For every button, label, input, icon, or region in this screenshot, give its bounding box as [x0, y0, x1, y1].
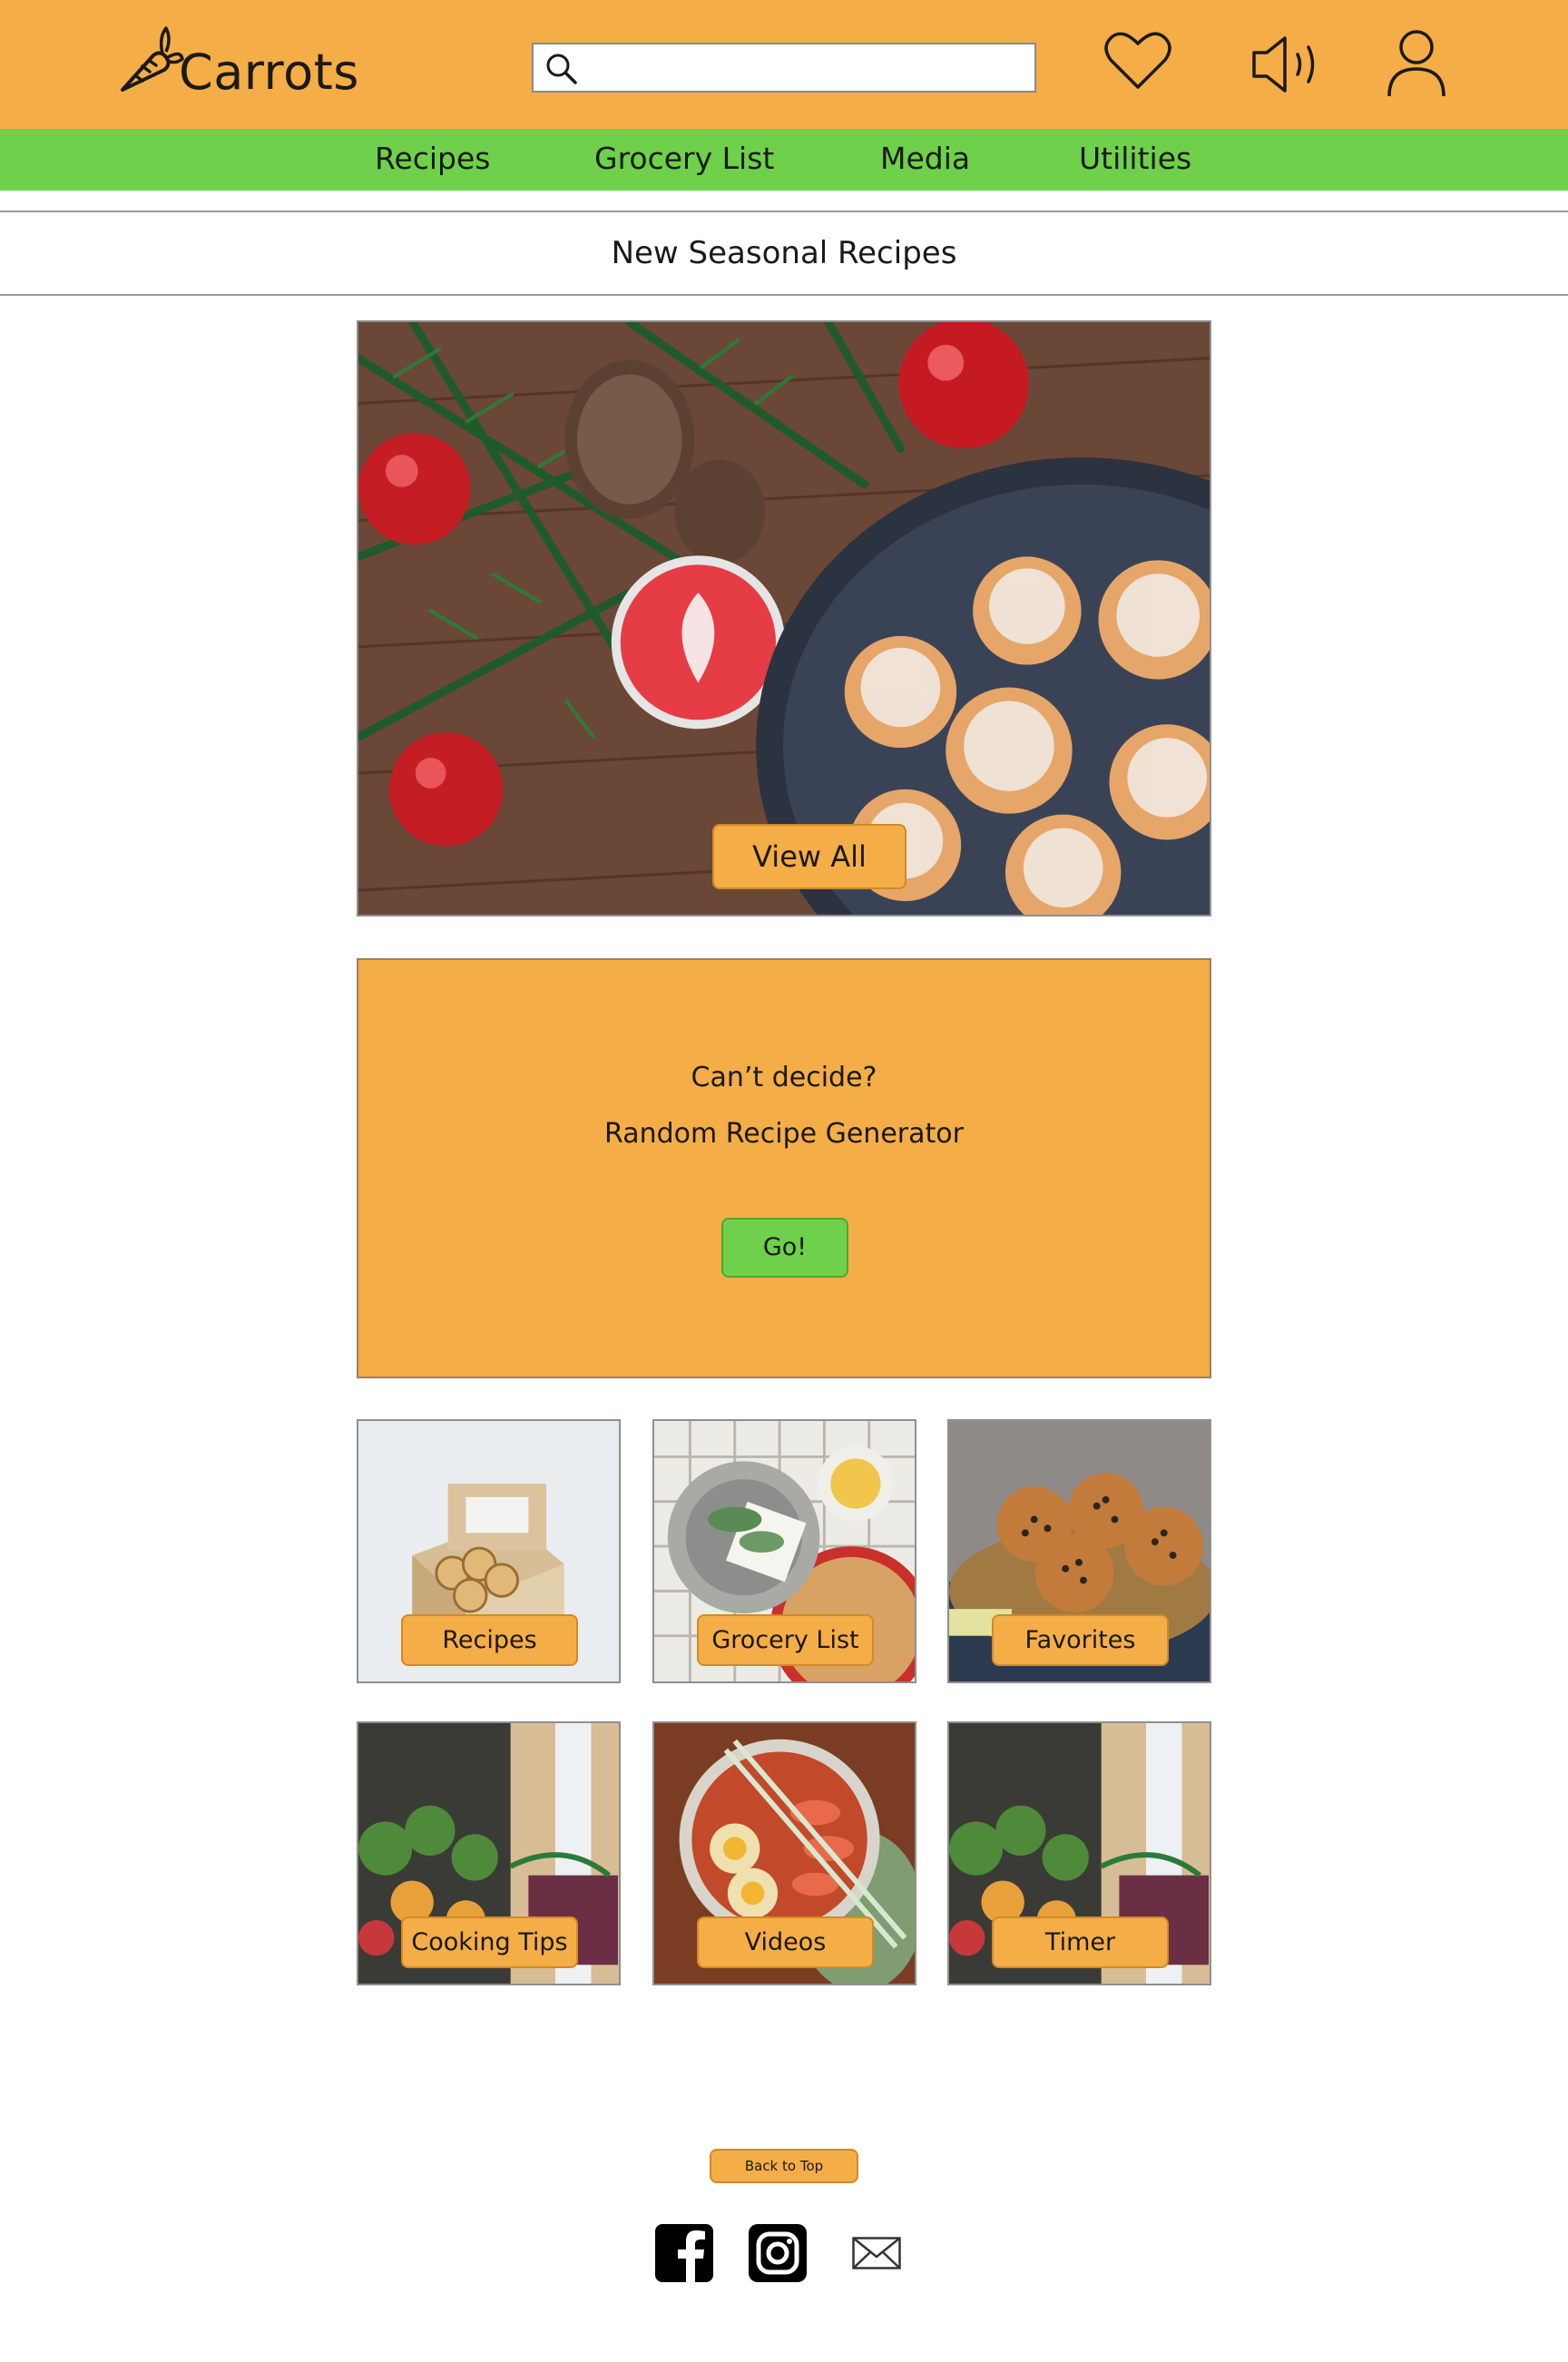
tile-videos-button[interactable]: Videos: [697, 1916, 874, 1968]
logo-text: Carrots: [179, 43, 359, 101]
carrot-icon: [113, 23, 184, 101]
heart-icon[interactable]: [1103, 27, 1172, 93]
nav-item-utilities[interactable]: Utilities: [1079, 129, 1191, 191]
tile-cooking-tips[interactable]: Cooking Tips: [357, 1721, 621, 1985]
nav-item-recipes[interactable]: Recipes: [375, 129, 491, 191]
tile-recipes[interactable]: Recipes: [357, 1419, 621, 1683]
logo[interactable]: Carrots: [113, 16, 359, 107]
speaker-icon[interactable]: [1250, 34, 1323, 94]
tile-favorites[interactable]: Favorites: [947, 1419, 1211, 1683]
random-title: Random Recipe Generator: [604, 1118, 964, 1150]
tile-timer-button[interactable]: Timer: [992, 1916, 1169, 1968]
main-nav: Recipes Grocery List Media Utilities: [0, 129, 1568, 191]
back-to-top-button[interactable]: Back to Top: [710, 2149, 858, 2183]
tile-favorites-button[interactable]: Favorites: [992, 1614, 1169, 1666]
tile-videos[interactable]: Videos: [652, 1721, 916, 1985]
hero-image: View All: [357, 320, 1211, 916]
tile-grocery-list[interactable]: Grocery List: [652, 1419, 916, 1683]
search-input[interactable]: [588, 48, 1024, 88]
mail-icon[interactable]: [852, 2237, 901, 2273]
section-title: New Seasonal Recipes: [0, 211, 1568, 296]
search-box[interactable]: [532, 43, 1036, 93]
user-icon[interactable]: [1387, 29, 1446, 98]
instagram-icon[interactable]: [749, 2224, 807, 2286]
tile-timer[interactable]: Timer: [947, 1721, 1211, 1985]
site-header: Carrots: [0, 0, 1568, 129]
random-question: Can’t decide?: [691, 1062, 877, 1093]
tile-grocery-list-button[interactable]: Grocery List: [697, 1614, 874, 1666]
random-recipe-panel: Can’t decide? Random Recipe Generator Go…: [357, 958, 1211, 1378]
nav-item-grocery-list[interactable]: Grocery List: [594, 129, 774, 191]
facebook-icon[interactable]: [655, 2224, 713, 2286]
tile-cooking-tips-button[interactable]: Cooking Tips: [401, 1916, 578, 1968]
nav-item-media[interactable]: Media: [880, 129, 970, 191]
view-all-button[interactable]: View All: [712, 824, 906, 889]
tile-recipes-button[interactable]: Recipes: [401, 1614, 578, 1666]
go-button[interactable]: Go!: [721, 1218, 848, 1278]
